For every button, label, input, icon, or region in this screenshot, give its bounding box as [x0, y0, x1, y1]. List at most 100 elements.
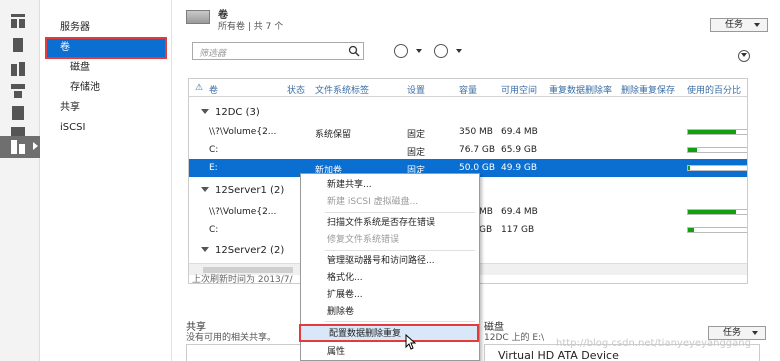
- group-label: 12DC (3): [215, 107, 260, 118]
- group-header[interactable]: 12Server2 (2): [201, 245, 284, 256]
- storage-icon[interactable]: [0, 136, 40, 158]
- nav-item-servers[interactable]: 服务器: [40, 19, 172, 37]
- nav-item-iscsi[interactable]: iSCSI: [40, 119, 172, 137]
- disk-device-name: Virtual HD ATA Device: [498, 349, 619, 361]
- chevron-down-icon: [754, 23, 760, 27]
- menu-item-delete-volume[interactable]: 删除卷: [301, 304, 479, 320]
- cell-setting: 固定: [407, 130, 426, 140]
- cell-free: 69.4 MB: [501, 127, 538, 137]
- menu-item-manage-drive-letter[interactable]: 管理驱动器号和访问路径...: [301, 253, 479, 269]
- menu-item-scan-filesystem[interactable]: 扫描文件系统是否存在错误: [301, 215, 479, 231]
- column-header[interactable]: 容量: [459, 83, 477, 96]
- cell-capacity: 350 MB: [459, 127, 493, 137]
- column-header[interactable]: 删除重复保存: [621, 83, 675, 96]
- cell-capacity: 50.0 GB: [459, 163, 496, 173]
- menu-item-extend-volume[interactable]: 扩展卷...: [301, 287, 479, 303]
- header-divider: [189, 96, 747, 97]
- column-header[interactable]: 状态: [287, 83, 305, 96]
- usage-bar: [687, 227, 747, 233]
- page-subtitle: 所有卷 | 共 7 个: [218, 22, 284, 32]
- column-header[interactable]: 重复数据删除率: [549, 83, 612, 96]
- group-label: 12Server2 (2): [215, 245, 285, 256]
- cell-label: 系统保留: [315, 130, 352, 140]
- filter-input[interactable]: 筛选器: [192, 42, 364, 60]
- column-header[interactable]: 可用空间: [501, 83, 537, 96]
- menu-item-format[interactable]: 格式化...: [301, 270, 479, 286]
- disk-subtitle: 12DC 上的 E:\: [484, 333, 545, 343]
- column-header[interactable]: 使用的百分比: [687, 83, 741, 96]
- local-server-icon[interactable]: [11, 38, 25, 52]
- tasks-button-label: 任务: [723, 328, 742, 338]
- save-query-button[interactable]: [434, 44, 470, 58]
- search-icon[interactable]: [348, 45, 360, 57]
- cell-capacity: 76.7 GB: [459, 145, 496, 155]
- cell-free: 69.4 MB: [501, 207, 538, 217]
- shares-list: [186, 344, 306, 361]
- menu-item-configure-dedup[interactable]: 配置数据删除重复: [299, 324, 479, 342]
- last-refresh-text: 上次刷新时间为 2013/7/: [192, 275, 293, 285]
- menu-item-repair-filesystem: 修复文件系统错误: [327, 235, 400, 245]
- file-services-icon[interactable]: [11, 84, 25, 98]
- usage-bar: [687, 129, 747, 135]
- cell-capacity: MB: [479, 207, 493, 217]
- usage-bar-fill: [688, 210, 736, 214]
- column-header[interactable]: 卷: [209, 83, 218, 96]
- watermark: http://blog.csdn.net/tianyeyeyanggang: [556, 338, 751, 349]
- collapse-section-button[interactable]: [738, 50, 750, 62]
- menu-separator: [325, 321, 475, 322]
- collapse-icon: [201, 247, 209, 252]
- table-row[interactable]: C: 固定 76.7 GB 65.9 GB: [189, 141, 747, 159]
- nav-item-disks[interactable]: 磁盘: [40, 59, 172, 77]
- menu-item-new-iscsi-disk: 新建 iSCSI 虚拟磁盘...: [327, 197, 419, 207]
- nav-item-volumes[interactable]: 卷: [45, 37, 167, 59]
- chevron-down-icon: [456, 49, 462, 53]
- iis-icon[interactable]: [11, 106, 25, 120]
- cell-volume: C:: [209, 145, 219, 155]
- volume-icon: [186, 10, 210, 24]
- server-manager-rail: [0, 0, 40, 361]
- menu-separator: [325, 250, 475, 251]
- cell-free: 49.9 GB: [501, 163, 538, 173]
- collapse-icon: [201, 187, 209, 192]
- filter-placeholder: 筛选器: [199, 49, 227, 59]
- collapse-icon: [201, 109, 209, 114]
- mouse-cursor-icon: [405, 334, 417, 350]
- menu-separator: [325, 212, 475, 213]
- cell-setting: 固定: [407, 148, 426, 158]
- usage-bar: [687, 147, 747, 153]
- cell-free: 65.9 GB: [501, 145, 538, 155]
- usage-bar-fill: [688, 166, 690, 170]
- chevron-down-icon: [416, 49, 422, 53]
- nav-item-shares[interactable]: 共享: [40, 99, 172, 117]
- table-row[interactable]: \\?\Volume{2... 系统保留 固定 350 MB 69.4 MB: [189, 123, 747, 141]
- expand-arrow-icon: [33, 142, 38, 150]
- usage-bar-fill: [688, 228, 694, 232]
- group-header[interactable]: 12Server1 (2): [201, 185, 284, 196]
- tasks-button-label: 任务: [725, 20, 744, 30]
- all-servers-icon[interactable]: [11, 62, 25, 76]
- menu-item-properties[interactable]: 属性: [301, 344, 479, 360]
- list-options-button[interactable]: [394, 44, 430, 58]
- cell-volume: \\?\Volume{2...: [209, 207, 277, 217]
- nav-item-storage-pools[interactable]: 存储池: [40, 79, 172, 97]
- menu-item-new-share[interactable]: 新建共享...: [301, 177, 479, 193]
- cell-capacity: GB: [479, 225, 493, 235]
- sort-icon[interactable]: ⚠: [195, 83, 203, 93]
- usage-bar-fill: [688, 148, 697, 152]
- dashboard-icon[interactable]: [11, 14, 25, 28]
- cell-free: 117 GB: [501, 225, 535, 235]
- group-label: 12Server1 (2): [215, 185, 285, 196]
- shares-subtitle: 没有可用的相关共享。: [186, 333, 277, 343]
- column-header[interactable]: 文件系统标签: [315, 83, 369, 96]
- cell-volume: E:: [209, 163, 218, 173]
- chevron-down-icon: [752, 331, 758, 335]
- group-header[interactable]: 12DC (3): [201, 107, 260, 118]
- usage-bar: [687, 165, 747, 171]
- column-header[interactable]: 设置: [407, 83, 425, 96]
- save-icon: [434, 44, 448, 58]
- usage-bar-fill: [688, 130, 736, 134]
- cell-volume: \\?\Volume{2...: [209, 127, 277, 137]
- tasks-button[interactable]: 任务: [710, 18, 768, 32]
- storage-nav: 服务器 卷 磁盘 存储池 共享 iSCSI: [40, 0, 172, 361]
- list-icon: [394, 44, 408, 58]
